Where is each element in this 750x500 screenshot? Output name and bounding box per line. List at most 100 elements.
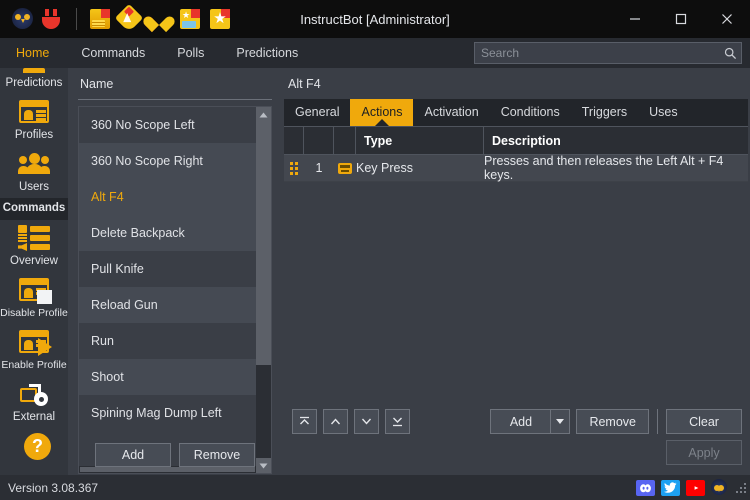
- menu-bar: Home Commands Polls Predictions: [0, 38, 750, 68]
- scroll-up-button[interactable]: [256, 107, 271, 122]
- maximize-button[interactable]: [658, 0, 704, 38]
- command-list-hscrollbar[interactable]: [79, 466, 256, 473]
- sidebar-item-commands[interactable]: Commands: [0, 198, 68, 220]
- table-col-handle: [284, 127, 304, 154]
- sidebar-item-disable-profile[interactable]: Disable Profile: [0, 272, 68, 324]
- order-buttons: [292, 409, 410, 434]
- list-item[interactable]: 360 No Scope Left: [79, 107, 256, 143]
- profiles-card-icon: [15, 97, 53, 127]
- move-up-button[interactable]: [323, 409, 348, 434]
- version-label: Version 3.08.367: [8, 480, 99, 495]
- search-box[interactable]: [474, 42, 742, 64]
- tab-actions[interactable]: Actions: [350, 99, 414, 126]
- status-bar: Version 3.08.367: [0, 475, 750, 500]
- help-question-icon: ?: [15, 431, 53, 460]
- remove-command-button[interactable]: Remove: [179, 443, 255, 467]
- detail-tabs: General Actions Activation Conditions Tr…: [284, 99, 748, 126]
- table-col-index: [304, 127, 334, 154]
- table-col-description: Description: [492, 133, 561, 148]
- search-input[interactable]: [475, 46, 719, 60]
- sidebar-item-help[interactable]: ?: [0, 428, 68, 461]
- remove-action-button[interactable]: Remove: [576, 409, 649, 434]
- sidebar-item-predictions[interactable]: Predictions: [0, 68, 68, 94]
- sidebar-item-label: Overview: [10, 255, 58, 267]
- sidebar-item-label: Enable Profile: [1, 359, 67, 371]
- add-action-button[interactable]: Add: [490, 409, 551, 434]
- cheer-icon[interactable]: ★: [179, 8, 201, 30]
- subscription-tag-icon[interactable]: [114, 3, 144, 33]
- predictions-card-icon: [15, 68, 53, 75]
- command-list-buttons: Add Remove: [68, 443, 282, 467]
- disable-profile-icon: [15, 275, 53, 305]
- scrollbar-thumb[interactable]: [256, 122, 271, 365]
- sidebar-item-overview[interactable]: Overview: [0, 220, 68, 272]
- move-down-button[interactable]: [354, 409, 379, 434]
- sidebar-item-label: Predictions: [5, 77, 63, 89]
- row-description: Presses and then releases the Left Alt +…: [484, 154, 724, 182]
- list-item[interactable]: Run: [79, 323, 256, 359]
- close-button[interactable]: [704, 0, 750, 38]
- caret-down-icon[interactable]: [550, 409, 571, 434]
- menu-item-predictions[interactable]: Predictions: [220, 38, 314, 68]
- add-command-button[interactable]: Add: [95, 443, 171, 467]
- list-item[interactable]: Spining Mag Dump Left: [79, 395, 256, 431]
- owl-logo-icon[interactable]: [711, 479, 728, 496]
- sidebar-item-external[interactable]: External: [0, 376, 68, 428]
- apply-button[interactable]: Apply: [666, 440, 742, 465]
- sidebar: Predictions Profiles Users Commands Over…: [0, 68, 68, 475]
- list-item-selected[interactable]: Alt F4: [79, 179, 256, 215]
- plug-icon[interactable]: [42, 8, 64, 30]
- move-to-bottom-button[interactable]: [385, 409, 410, 434]
- youtube-icon[interactable]: [686, 479, 705, 496]
- command-list-scrollbar[interactable]: [256, 107, 271, 473]
- star-icon[interactable]: ★: [209, 8, 231, 30]
- table-row[interactable]: 1 Key Press Presses and then releases th…: [284, 154, 748, 182]
- menu-item-polls[interactable]: Polls: [161, 38, 220, 68]
- overview-icon: [15, 223, 53, 253]
- move-to-top-button[interactable]: [292, 409, 317, 434]
- bits-icon[interactable]: [89, 8, 111, 30]
- tab-uses[interactable]: Uses: [638, 99, 688, 126]
- hscrollbar-thumb[interactable]: [80, 467, 255, 472]
- tab-conditions[interactable]: Conditions: [490, 99, 571, 126]
- twitter-icon[interactable]: [661, 479, 680, 496]
- detail-title: Alt F4: [288, 77, 321, 91]
- users-icon: [15, 149, 53, 179]
- list-item[interactable]: Reload Gun: [79, 287, 256, 323]
- sidebar-item-users[interactable]: Users: [0, 146, 68, 198]
- list-item[interactable]: Shoot: [79, 359, 256, 395]
- tab-general[interactable]: General: [284, 99, 350, 126]
- clear-actions-button[interactable]: Clear: [666, 409, 742, 434]
- sidebar-item-label: External: [12, 411, 56, 423]
- row-type: Key Press: [356, 161, 413, 175]
- command-list-header: Name: [80, 77, 114, 91]
- menu-item-home[interactable]: Home: [0, 38, 65, 68]
- list-item[interactable]: Pull Knife: [79, 251, 256, 287]
- sidebar-item-enable-profile[interactable]: Enable Profile: [0, 324, 68, 376]
- title-bar-icon-tray: ★ ★: [0, 0, 235, 38]
- minimize-button[interactable]: [612, 0, 658, 38]
- search-icon[interactable]: [719, 47, 741, 60]
- discord-icon[interactable]: [636, 479, 655, 496]
- header-divider: [78, 99, 272, 100]
- sidebar-item-label: Disable Profile: [0, 307, 68, 319]
- list-item[interactable]: Delete Backpack: [79, 215, 256, 251]
- command-list-panel: Name 360 No Scope Left 360 No Scope Righ…: [68, 68, 282, 475]
- tab-triggers[interactable]: Triggers: [571, 99, 638, 126]
- command-listbox[interactable]: 360 No Scope Left 360 No Scope Right Alt…: [78, 106, 272, 474]
- status-bar-links: [636, 479, 746, 496]
- table-header-row: Type Description: [284, 127, 748, 155]
- key-press-icon: [334, 162, 356, 174]
- sidebar-item-profiles[interactable]: Profiles: [0, 94, 68, 146]
- resize-grip-icon[interactable]: [736, 482, 746, 493]
- drag-handle-icon[interactable]: [284, 162, 304, 175]
- sidebar-item-label: Profiles: [14, 129, 54, 141]
- owl-logo-icon[interactable]: [12, 8, 34, 30]
- tab-activation[interactable]: Activation: [413, 99, 489, 126]
- toolbar-divider: [76, 8, 77, 30]
- button-divider: [657, 409, 658, 434]
- list-item[interactable]: 360 No Scope Right: [79, 143, 256, 179]
- follow-heart-icon[interactable]: [141, 8, 171, 33]
- detail-panel: Alt F4 General Actions Activation Condit…: [282, 68, 750, 475]
- menu-item-commands[interactable]: Commands: [65, 38, 161, 68]
